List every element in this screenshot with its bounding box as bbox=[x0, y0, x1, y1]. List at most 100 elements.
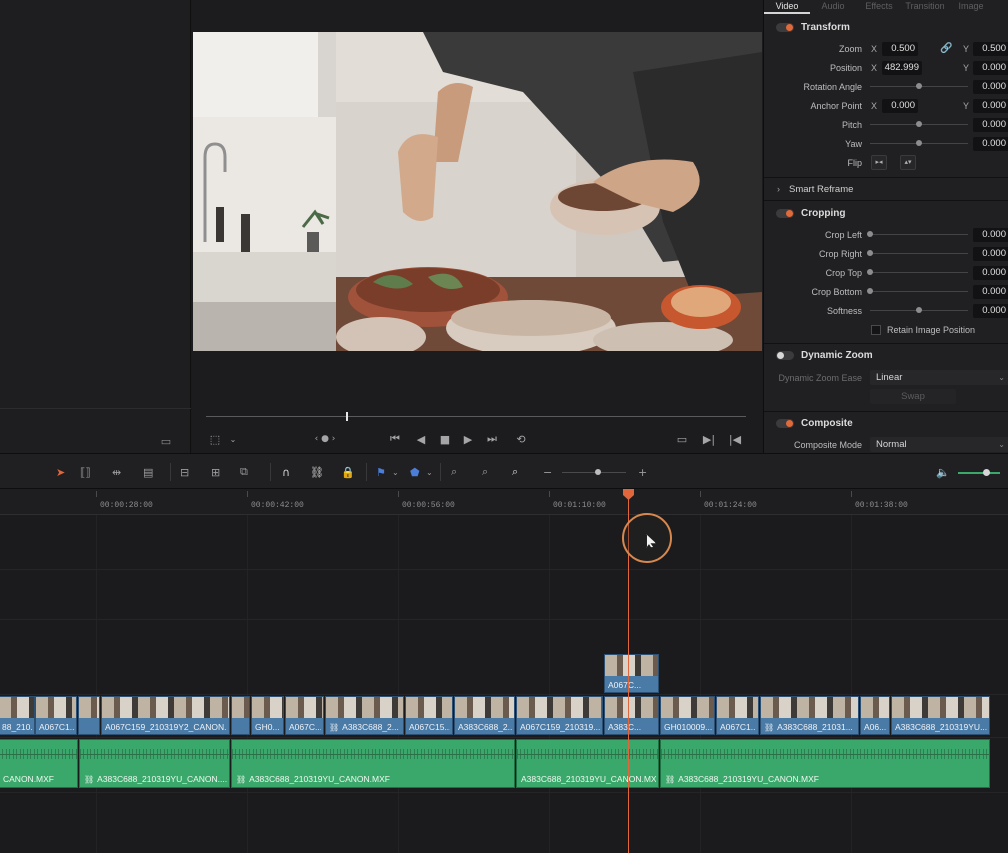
video-clip[interactable]: A06... bbox=[860, 696, 890, 735]
chevron-down-icon[interactable]: ⌄ bbox=[426, 464, 433, 480]
crop-left-handle[interactable] bbox=[867, 231, 873, 237]
volume-handle[interactable] bbox=[983, 469, 990, 476]
crop-top-handle[interactable] bbox=[867, 269, 873, 275]
chevron-down-icon[interactable]: ⌄ bbox=[228, 428, 238, 450]
tab-video[interactable]: Video bbox=[764, 0, 810, 14]
selection-tool-icon[interactable]: ➤ bbox=[56, 464, 65, 480]
tab-transition[interactable]: Transition bbox=[902, 0, 948, 14]
transform-toggle[interactable] bbox=[776, 22, 794, 32]
zoom-y-field[interactable]: 0.500 bbox=[973, 42, 1008, 56]
zoom-in-icon[interactable]: + bbox=[638, 464, 647, 480]
go-to-end-icon[interactable]: ⏭ bbox=[483, 428, 501, 450]
dynamic-zoom-toggle[interactable] bbox=[776, 350, 794, 360]
chevron-right-icon[interactable]: › bbox=[777, 184, 780, 194]
crop-left-field[interactable]: 0.000 bbox=[973, 228, 1008, 242]
zoom-x-field[interactable]: 0.500 bbox=[882, 42, 918, 56]
play-icon[interactable]: ▶ bbox=[461, 428, 475, 450]
zoom-out-icon[interactable]: − bbox=[543, 464, 552, 480]
marker-icon[interactable]: ⬟ bbox=[410, 464, 420, 480]
audio-clip[interactable]: A383C688_210319YU_CANON.MXF bbox=[516, 739, 659, 788]
anchor-x-field[interactable]: 0.000 bbox=[882, 99, 918, 113]
composite-toggle[interactable] bbox=[776, 418, 794, 428]
swap-button[interactable]: Swap bbox=[870, 389, 956, 404]
chevron-down-icon[interactable]: ⌄ bbox=[392, 464, 399, 480]
video-clip[interactable]: A383C... bbox=[604, 696, 659, 735]
transform-section-header[interactable]: Transform bbox=[764, 16, 1008, 38]
mark-out-icon[interactable]: |◀ bbox=[728, 428, 742, 450]
stop-icon[interactable]: ■ bbox=[438, 428, 452, 450]
softness-field[interactable]: 0.000 bbox=[973, 304, 1008, 318]
linked-selection-icon[interactable]: ⛓ bbox=[310, 464, 324, 480]
tab-image[interactable]: Image bbox=[948, 0, 994, 14]
safe-area-icon[interactable]: ▭ bbox=[158, 430, 174, 452]
video-clip[interactable]: GH010009... bbox=[660, 696, 715, 735]
timeline-zoom-slider[interactable] bbox=[562, 472, 626, 473]
insert-clip-icon[interactable]: ⊟ bbox=[180, 464, 189, 480]
crop-right-handle[interactable] bbox=[867, 250, 873, 256]
video-clip[interactable]: GH0... bbox=[251, 696, 284, 735]
crop-right-field[interactable]: 0.000 bbox=[973, 247, 1008, 261]
crop-top-slider[interactable] bbox=[870, 272, 968, 273]
video-clip[interactable]: A383C688_210319YU... bbox=[891, 696, 990, 735]
jog-control[interactable]: ‹ ● › bbox=[310, 428, 340, 450]
loop-icon[interactable]: ⟲ bbox=[512, 428, 530, 450]
flag-icon[interactable]: ⚑ bbox=[376, 464, 386, 480]
trim-edit-icon[interactable]: ⟦⟧ bbox=[80, 464, 91, 480]
tab-audio[interactable]: Audio bbox=[810, 0, 856, 14]
audio-clip[interactable]: CANON.MXF bbox=[0, 739, 78, 788]
video-clip[interactable]: ⛓ A383C688_21031... bbox=[760, 696, 859, 735]
pitch-field[interactable]: 0.000 bbox=[973, 118, 1008, 132]
scrubber-handle[interactable] bbox=[346, 412, 348, 421]
rotation-field[interactable]: 0.000 bbox=[973, 80, 1008, 94]
video-clip-v2[interactable]: A067C... bbox=[604, 654, 659, 693]
blade-tool-icon[interactable]: ▤ bbox=[143, 464, 153, 480]
video-preview[interactable] bbox=[193, 32, 762, 351]
video-clip[interactable]: A067C1... bbox=[716, 696, 759, 735]
transform-overlay-icon[interactable]: ⬚ bbox=[208, 428, 222, 450]
audio-clip[interactable]: ⛓ A383C688_210319YU_CANON.MXF bbox=[660, 739, 990, 788]
overwrite-clip-icon[interactable]: ⊞ bbox=[211, 464, 220, 480]
position-x-field[interactable]: 482.999 bbox=[882, 61, 922, 75]
audio-clip[interactable]: ⛓ A383C688_210319YU_CANON.... bbox=[79, 739, 230, 788]
crop-left-slider[interactable] bbox=[870, 234, 968, 235]
crop-right-slider[interactable] bbox=[870, 253, 968, 254]
mark-in-icon[interactable]: ▶| bbox=[702, 428, 716, 450]
position-y-field[interactable]: 0.000 bbox=[973, 61, 1008, 75]
crop-bottom-field[interactable]: 0.000 bbox=[973, 285, 1008, 299]
video-clip[interactable]: A383C688_2... bbox=[454, 696, 515, 735]
play-reverse-icon[interactable]: ◀ bbox=[414, 428, 428, 450]
speaker-icon[interactable]: 🔈 bbox=[936, 464, 950, 480]
snapping-icon[interactable]: ∩ bbox=[282, 464, 290, 480]
rotation-slider-handle[interactable] bbox=[916, 83, 922, 89]
yaw-field[interactable]: 0.000 bbox=[973, 137, 1008, 151]
video-clip[interactable]: A067C15... bbox=[405, 696, 453, 735]
zoom-detail-icon[interactable]: ⌕ bbox=[482, 464, 488, 480]
retain-position-checkbox[interactable] bbox=[871, 325, 881, 335]
video-clip[interactable]: A067C159_210319Y2_CANON... bbox=[101, 696, 230, 735]
ease-dropdown[interactable]: Linear ⌄ bbox=[870, 370, 1008, 385]
video-clip[interactable]: ⛓ A383C688_2... bbox=[325, 696, 404, 735]
composite-header[interactable]: Composite bbox=[764, 412, 1008, 434]
flip-vertical-icon[interactable]: ▴▾ bbox=[900, 155, 916, 170]
smart-reframe-header[interactable]: › Smart Reframe bbox=[764, 178, 1008, 200]
video-clip[interactable] bbox=[231, 696, 250, 735]
crop-bottom-handle[interactable] bbox=[867, 288, 873, 294]
viewer-scrubber[interactable] bbox=[206, 416, 746, 417]
zoom-custom-icon[interactable]: ⌕ bbox=[512, 464, 518, 480]
position-lock-icon[interactable]: 🔒 bbox=[341, 464, 355, 480]
dynamic-zoom-header[interactable]: Dynamic Zoom bbox=[764, 344, 1008, 366]
link-icon[interactable]: 🔗 bbox=[940, 43, 952, 55]
softness-handle[interactable] bbox=[916, 307, 922, 313]
volume-slider[interactable] bbox=[958, 472, 1000, 474]
crop-top-field[interactable]: 0.000 bbox=[973, 266, 1008, 280]
yaw-slider-handle[interactable] bbox=[916, 140, 922, 146]
composite-mode-dropdown[interactable]: Normal ⌄ bbox=[870, 437, 1008, 452]
timeline[interactable]: 00:00:28:00 00:00:42:00 00:00:56:00 00:0… bbox=[0, 489, 1008, 853]
cropping-section-header[interactable]: Cropping bbox=[764, 202, 1008, 224]
cropping-toggle[interactable] bbox=[776, 208, 794, 218]
anchor-y-field[interactable]: 0.000 bbox=[973, 99, 1008, 113]
video-clip[interactable]: 88_210... bbox=[0, 696, 35, 735]
timeline-zoom-handle[interactable] bbox=[595, 469, 601, 475]
pitch-slider-handle[interactable] bbox=[916, 121, 922, 127]
crop-bottom-slider[interactable] bbox=[870, 291, 968, 292]
